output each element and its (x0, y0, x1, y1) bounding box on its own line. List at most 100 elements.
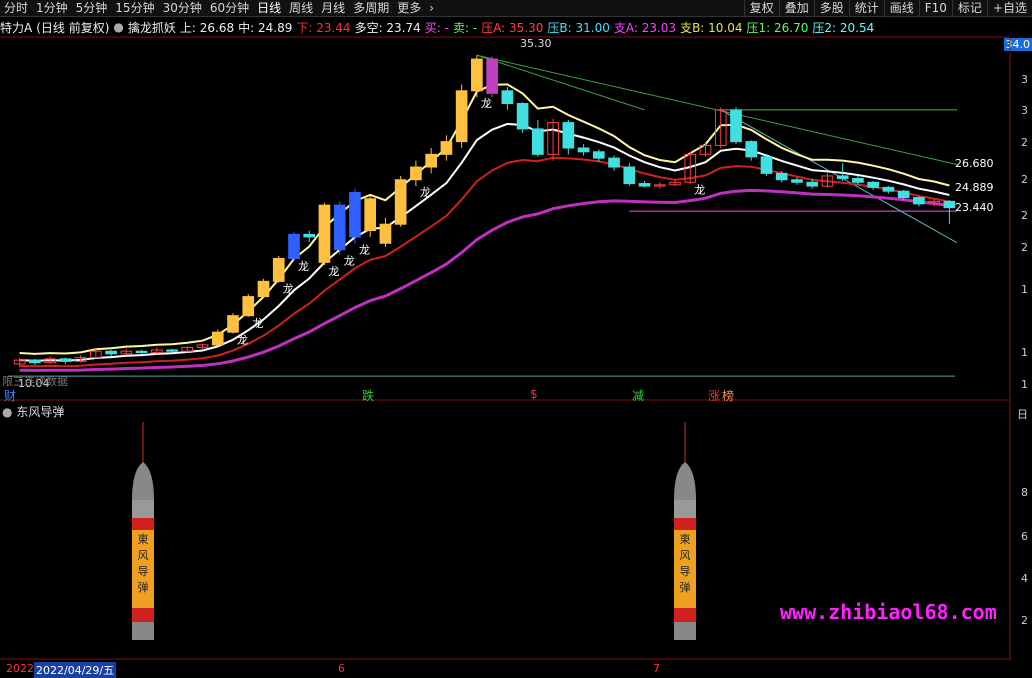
candle-body (592, 151, 605, 159)
candle-body (440, 141, 453, 155)
missile-band (674, 500, 696, 518)
candle-body (608, 157, 620, 168)
lower-indicator-name: 东风导弹 (16, 405, 65, 419)
lower-axis-tick: 4 (1021, 572, 1028, 585)
axis-tick: 2 (1021, 241, 1028, 254)
missile-red-band (674, 608, 696, 622)
upper-band-label: 26.680 (955, 157, 994, 170)
candle-body (532, 128, 544, 155)
axis-tick: 2 (1021, 209, 1028, 222)
dragon-marker: 龙 (283, 283, 294, 296)
watermark: www.zhibiaol68.com (780, 600, 997, 624)
candle-body (745, 141, 758, 158)
dragon-marker: 龙 (344, 255, 355, 268)
marker-jian: 减 (632, 389, 645, 403)
lower-axis-tick: 8 (1021, 486, 1028, 499)
candle-body (257, 280, 270, 298)
candle-body (379, 223, 392, 244)
candle-body (242, 296, 255, 317)
missile-char-3: 导 (679, 565, 691, 578)
candle-body (501, 90, 514, 105)
candle-body (730, 109, 742, 143)
candle-body (562, 122, 575, 149)
candle-body (318, 204, 331, 263)
date-cursor: 2022/04/29/五 (34, 662, 117, 678)
missile-char-1: 東 (679, 533, 691, 546)
candle-body (516, 103, 529, 130)
dragon-marker: 龙 (298, 260, 309, 273)
axis-tick: 1 (1021, 283, 1028, 296)
date-year: 2022 (6, 662, 34, 675)
axis-tick: 1 (1021, 378, 1028, 391)
candle-body (760, 156, 773, 174)
candle-body (486, 58, 498, 94)
candle-body (638, 183, 651, 187)
missile-tail (674, 622, 696, 640)
candle-body (303, 233, 316, 238)
missile-nose (674, 462, 696, 500)
marker-bang: 榜 (722, 389, 735, 403)
stock-chart-window: { "toolbar": { "periods": ["分时", "1分钟", … (0, 0, 1032, 678)
dragon-marker: 龙 (694, 184, 705, 197)
axis-tick: 日 (1017, 408, 1028, 421)
marker-die: 跌 (362, 389, 375, 403)
dragon-marker: 龙 (481, 97, 492, 110)
date-axis: 2022 2022/04/29/五 6 7 (0, 660, 1010, 678)
candle-body (806, 181, 819, 187)
dragon-marker: 龙 (252, 317, 263, 330)
missile-red-band (132, 608, 154, 622)
axis-tick: 1 (1021, 346, 1028, 359)
upper-band-line (19, 83, 950, 355)
high-label: 35.30 (520, 37, 552, 50)
candle-body (29, 359, 41, 364)
candle-body (943, 200, 956, 209)
candle-body (394, 179, 407, 225)
candle-body (59, 358, 72, 362)
missile-label-2: 東 风 导 弹 (678, 532, 692, 608)
missile-char-2: 风 (679, 549, 691, 562)
candle-body (852, 177, 864, 183)
candle-body (211, 331, 224, 346)
date-month-6: 6 (338, 662, 345, 675)
axis-tick: 2 (1021, 136, 1028, 149)
candle-body (272, 258, 285, 282)
candle-body (455, 90, 468, 143)
candle-body (166, 349, 178, 352)
missile-band (132, 500, 154, 518)
missile-char-4: 弹 (679, 581, 691, 594)
dragon-marker: 龙 (420, 186, 431, 199)
candle-body (349, 191, 361, 238)
candlestick-chart: 龙龙龙龙 龙龙龙龙龙龙 (0, 36, 1011, 660)
candle-body (288, 233, 300, 260)
candle-body (471, 58, 483, 92)
candle-body (577, 147, 590, 153)
missile-red-band (132, 518, 154, 530)
candle-body (897, 190, 910, 199)
missile-char-4: 弹 (137, 581, 149, 594)
missile-char-1: 東 (137, 533, 149, 546)
candle-body (836, 175, 849, 179)
lower-indicator-title[interactable]: ● 东风导弹 (2, 403, 64, 420)
missile-label-1: 東 风 导 弹 (136, 532, 150, 608)
candle-body (425, 153, 437, 168)
marker-zhang: 涨 (708, 389, 721, 403)
lower-band-line (19, 156, 950, 368)
candle-body (775, 172, 788, 181)
dragon-marker: 龙 (237, 333, 248, 346)
dragon-marker: 龙 (359, 243, 370, 256)
date-month-7: 7 (653, 662, 660, 675)
candle-body (623, 166, 636, 185)
lower-axis-tick: 6 (1021, 530, 1028, 543)
candle-body (410, 166, 422, 181)
indicator-toggle-icon[interactable]: ● (2, 405, 12, 419)
candle-body (791, 179, 803, 183)
missile-char-3: 导 (137, 565, 149, 578)
axis-tick: 3 (1021, 73, 1028, 86)
lower-band-label: 23.440 (955, 201, 994, 214)
candle-body (913, 197, 925, 205)
candle-body (867, 181, 880, 188)
missile-tail (132, 622, 154, 640)
candle-body (105, 350, 117, 355)
axis-tick: 3 (1021, 104, 1028, 117)
lower-axis-tick: 2 (1021, 614, 1028, 627)
